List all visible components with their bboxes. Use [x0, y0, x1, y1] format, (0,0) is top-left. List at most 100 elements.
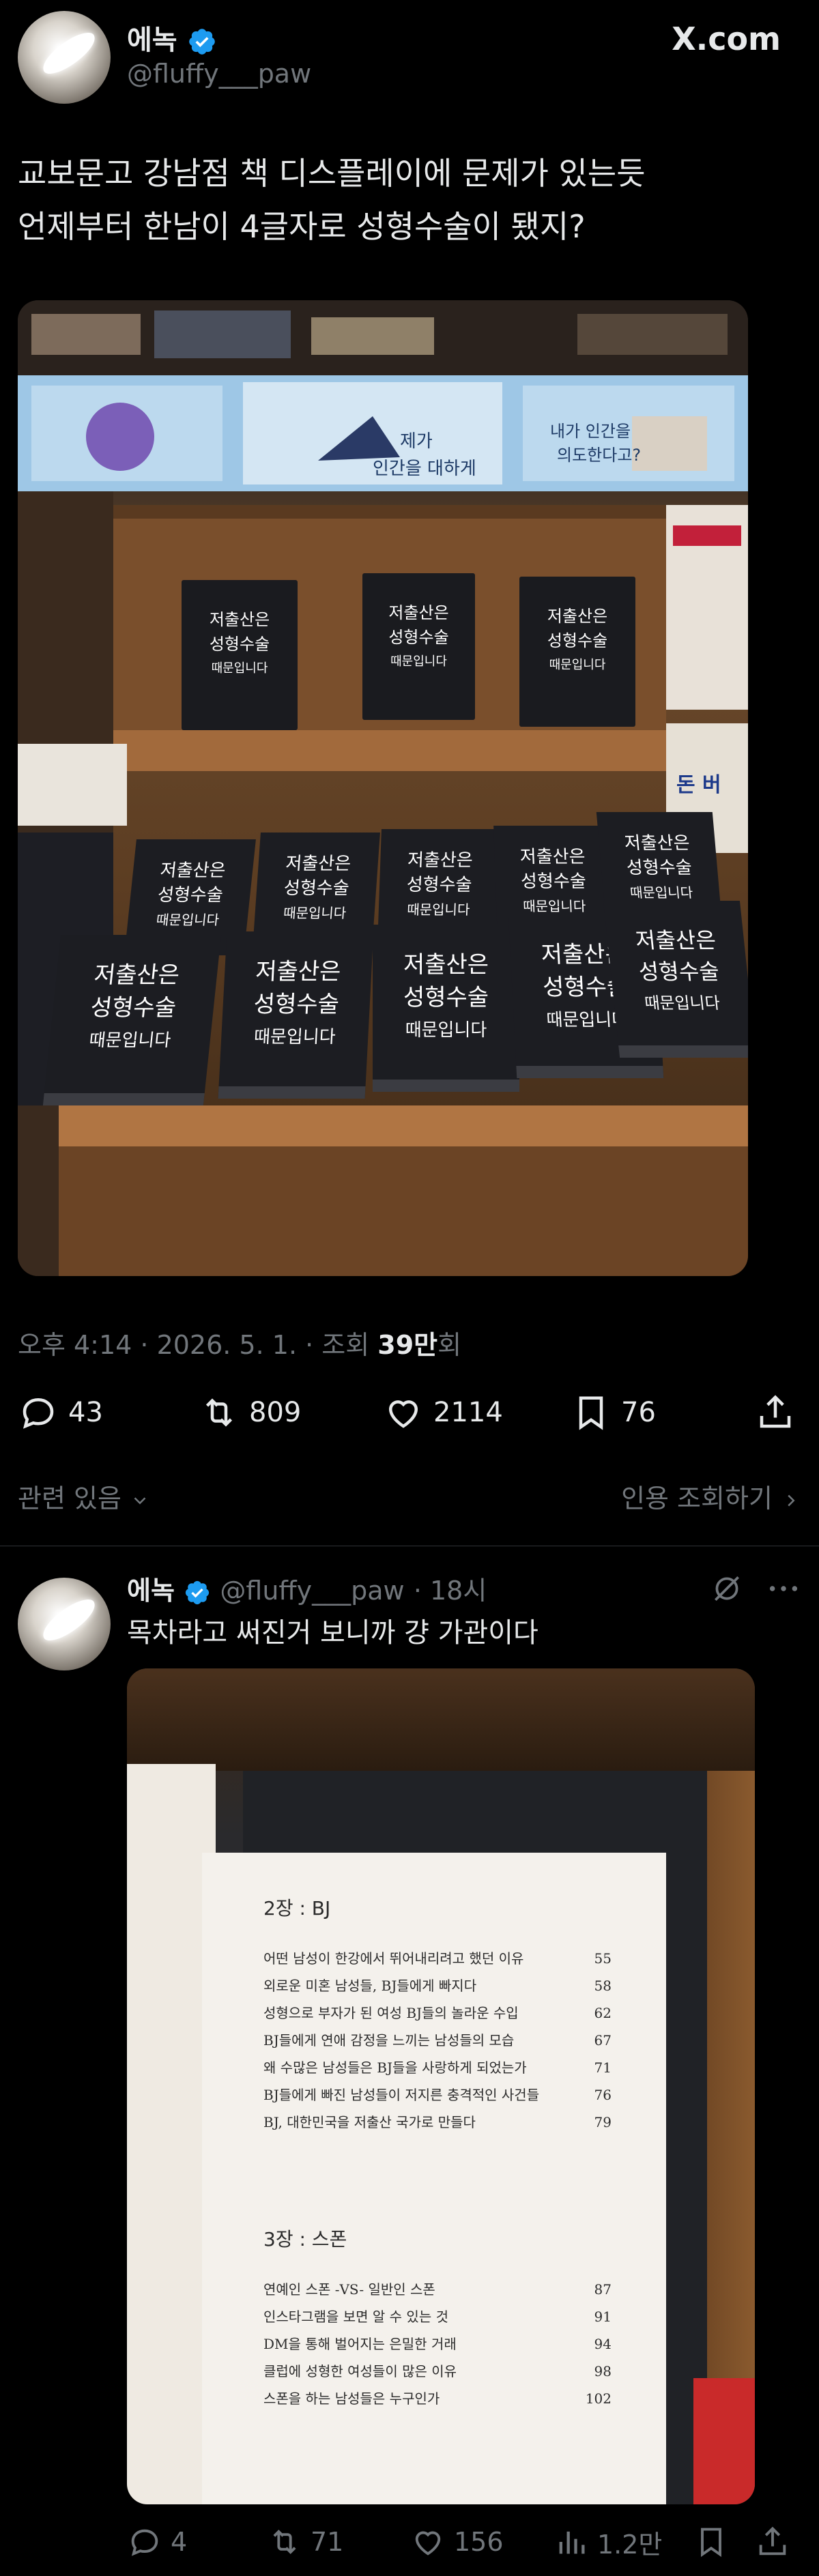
like-count: 2114: [433, 1397, 503, 1428]
toc-item: BJ들에게 연애 감정을 느끼는 남성들의 모습 67: [263, 2032, 612, 2049]
book-top-3: 저출산은 성형수술 때문입니다: [519, 577, 635, 727]
author-avatar[interactable]: [18, 11, 111, 104]
book-title-line-2: 성형수술: [520, 871, 587, 892]
reply-time[interactable]: · 18시: [414, 1576, 487, 1606]
verified-badge-icon: [188, 29, 215, 55]
bookmark-count: 76: [621, 1397, 656, 1428]
reply-text: 목차라고 써진거 보니까 걍 가관이다: [127, 1617, 538, 1649]
chapter-2-heading: 2장 : BJ: [263, 1897, 331, 1920]
book-title-line-1: 저출산은: [92, 961, 182, 989]
reply-share-button[interactable]: [755, 2518, 799, 2566]
like-button[interactable]: 2114: [383, 1389, 503, 1436]
book-title-line-1: 저출산은: [285, 854, 352, 874]
reply-author-name[interactable]: 에녹: [127, 1576, 175, 1606]
reply-photo-table-of-contents[interactable]: 2장 : BJ 어떤 남성이 한강에서 뛰어내리려고 했던 이유 55 외로운 미…: [127, 1668, 755, 2504]
book-title-line-2: 성형수술: [209, 635, 270, 654]
book-title-line-2: 성형수술: [625, 858, 693, 878]
reply-reply-button[interactable]: 4: [127, 2518, 187, 2566]
chapter-2-list: 어떤 남성이 한강에서 뛰어내리려고 했던 이유 55 외로운 미혼 남성들, B…: [263, 1945, 612, 2136]
chevron-right-icon: [788, 1494, 795, 1506]
toc-item: 외로운 미혼 남성들, BJ들에게 빠지다 58: [263, 1978, 612, 1994]
tweet-timestamp[interactable]: 오후 4:14 · 2026. 5. 1. · 조회: [18, 1330, 377, 1360]
book-title-line-3: 때문입니다: [87, 1030, 172, 1051]
chapter-3-list: 연예인 스폰 -VS- 일반인 스폰 87 인스타그램을 보면 알 수 있는 것9…: [263, 2276, 612, 2412]
share-button[interactable]: [755, 1389, 805, 1436]
toc-item: 인스타그램을 보면 알 수 있는 것 91: [263, 2309, 612, 2325]
reply-action-bar: 4 71 156 1.2만: [127, 2518, 803, 2566]
red-book-spine: [693, 2378, 755, 2504]
book-flat-front-1: 저출산은 성형수술 때문입니다: [42, 935, 222, 1105]
tweet-text-line-1: 교보문고 강남점 책 디스플레이에 문제가 있는듯: [18, 155, 646, 192]
book-title-line-2: 성형수술: [547, 631, 608, 650]
author-handle[interactable]: @fluffy___paw: [127, 59, 311, 89]
svg-text:내가 인간을: 내가 인간을: [550, 422, 631, 441]
book-flat-front-2: 저출산은 성형수술 때문입니다: [218, 931, 374, 1099]
book-top-2: 저출산은 성형수술 때문입니다: [362, 573, 475, 720]
toc-item: 성형으로 부자가 된 여성 BJ들의 놀라운 수입 62: [263, 2005, 612, 2021]
more-icon[interactable]: [764, 1569, 803, 1608]
book-title-line-1: 저출산은: [209, 610, 270, 629]
reply-icon: [131, 2529, 158, 2556]
book-title-line-1: 저출산은: [388, 603, 449, 622]
tweet-timestamp-views: 오후 4:14 · 2026. 5. 1. · 조회 39만회: [18, 1324, 461, 1361]
view-quotes-link[interactable]: 인용 조회하기: [621, 1477, 801, 1515]
x-logo[interactable]: X.com: [672, 20, 781, 57]
retweet-count: 809: [249, 1397, 302, 1428]
chapter-3-heading: 3장 : 스폰: [263, 2228, 347, 2251]
reply-retweet-count: 71: [311, 2527, 344, 2557]
share-icon: [759, 2526, 786, 2556]
book-title-line-3: 때문입니다: [211, 661, 268, 676]
book-flat-front-5: 저출산은 성형수술 때문입니다: [603, 901, 748, 1058]
retweet-button[interactable]: 809: [199, 1389, 301, 1436]
book-title-line-2: 성형수술: [637, 959, 721, 985]
reply-author-handle[interactable]: @fluffy___paw: [220, 1576, 404, 1606]
retweet-icon: [273, 2530, 296, 2554]
shelf-top: [127, 1668, 755, 1771]
book-title-line-3: 때문입니다: [406, 901, 470, 918]
book-flat-front-3: 저출산은 성형수술 때문입니다: [373, 925, 519, 1092]
book-title-line-1: 저출산은: [407, 850, 474, 871]
tweet-action-bar: 43 809 2114 76: [18, 1389, 803, 1436]
reply-bookmark-button[interactable]: [693, 2518, 737, 2566]
verified-badge-icon: [186, 1580, 210, 1604]
author-display-name[interactable]: 에녹: [127, 25, 177, 56]
book-title-line-1: 저출산은: [634, 927, 717, 953]
bookmark-button[interactable]: 76: [571, 1389, 656, 1436]
reply-like-count: 156: [454, 2527, 504, 2557]
grok-icon[interactable]: [710, 1572, 744, 1606]
tweet-text: 교보문고 강남점 책 디스플레이에 문제가 있는듯 언제부터 한남이 4글자로 …: [18, 147, 803, 253]
like-icon: [388, 1400, 418, 1428]
reply-icon: [23, 1398, 54, 1429]
svg-text:돈 버: 돈 버: [676, 773, 721, 797]
book-title-line-1: 저출산은: [159, 860, 227, 881]
reply-author-avatar[interactable]: [18, 1578, 111, 1670]
tweet-photo-book-display[interactable]: 제가 인간을 대하게 내가 인간을 의도한다고? 돈 버 저출산은 성형수술 때…: [18, 300, 748, 1276]
tweet-text-line-2: 언제부터 한남이 4글자로 성형수술이 됐지?: [18, 208, 586, 245]
svg-text:제가: 제가: [400, 431, 433, 452]
book-title-line-2: 성형수술: [283, 878, 350, 899]
book-page: 2장 : BJ 어떤 남성이 한강에서 뛰어내리려고 했던 이유 55 외로운 미…: [202, 1853, 666, 2504]
reply-retweet-button[interactable]: 71: [267, 2518, 343, 2566]
book-title-line-1: 저출산은: [403, 951, 489, 979]
book-title-line-2: 성형수술: [388, 628, 449, 647]
author-name-row[interactable]: 에녹: [127, 18, 217, 57]
toc-item: 스폰을 하는 남성들은 누구인가 102: [263, 2390, 612, 2407]
like-icon: [415, 2531, 441, 2556]
views-icon: [559, 2531, 585, 2554]
book-title-line-2: 성형수술: [406, 875, 472, 895]
bookmark-icon: [579, 1396, 603, 1430]
reply-reply-count: 4: [171, 2527, 188, 2557]
book-display-illustration: 제가 인간을 대하게 내가 인간을 의도한다고? 돈 버: [18, 300, 748, 1276]
book-title-line-2: 성형수술: [156, 885, 225, 906]
reply-like-button[interactable]: 156: [410, 2518, 504, 2566]
toc-item: BJ들에게 빠진 남성들이 저지른 충격적인 사건들 76: [263, 2087, 612, 2103]
related-label: 관련 있음: [18, 1484, 121, 1514]
toc-item: 어떤 남성이 한강에서 뛰어내리려고 했던 이유 55: [263, 1950, 612, 1967]
toc-item: 연예인 스폰 -VS- 일반인 스폰 87: [263, 2281, 612, 2298]
reply-button[interactable]: 43: [18, 1389, 103, 1436]
book-title-line-3: 때문입니다: [644, 994, 721, 1013]
related-toggle[interactable]: 관련 있음: [18, 1477, 150, 1515]
svg-text:인간을 대하게: 인간을 대하게: [373, 459, 476, 479]
reply-views-button[interactable]: 1.2만: [554, 2518, 662, 2566]
book-title-line-1: 저출산은: [255, 958, 342, 985]
